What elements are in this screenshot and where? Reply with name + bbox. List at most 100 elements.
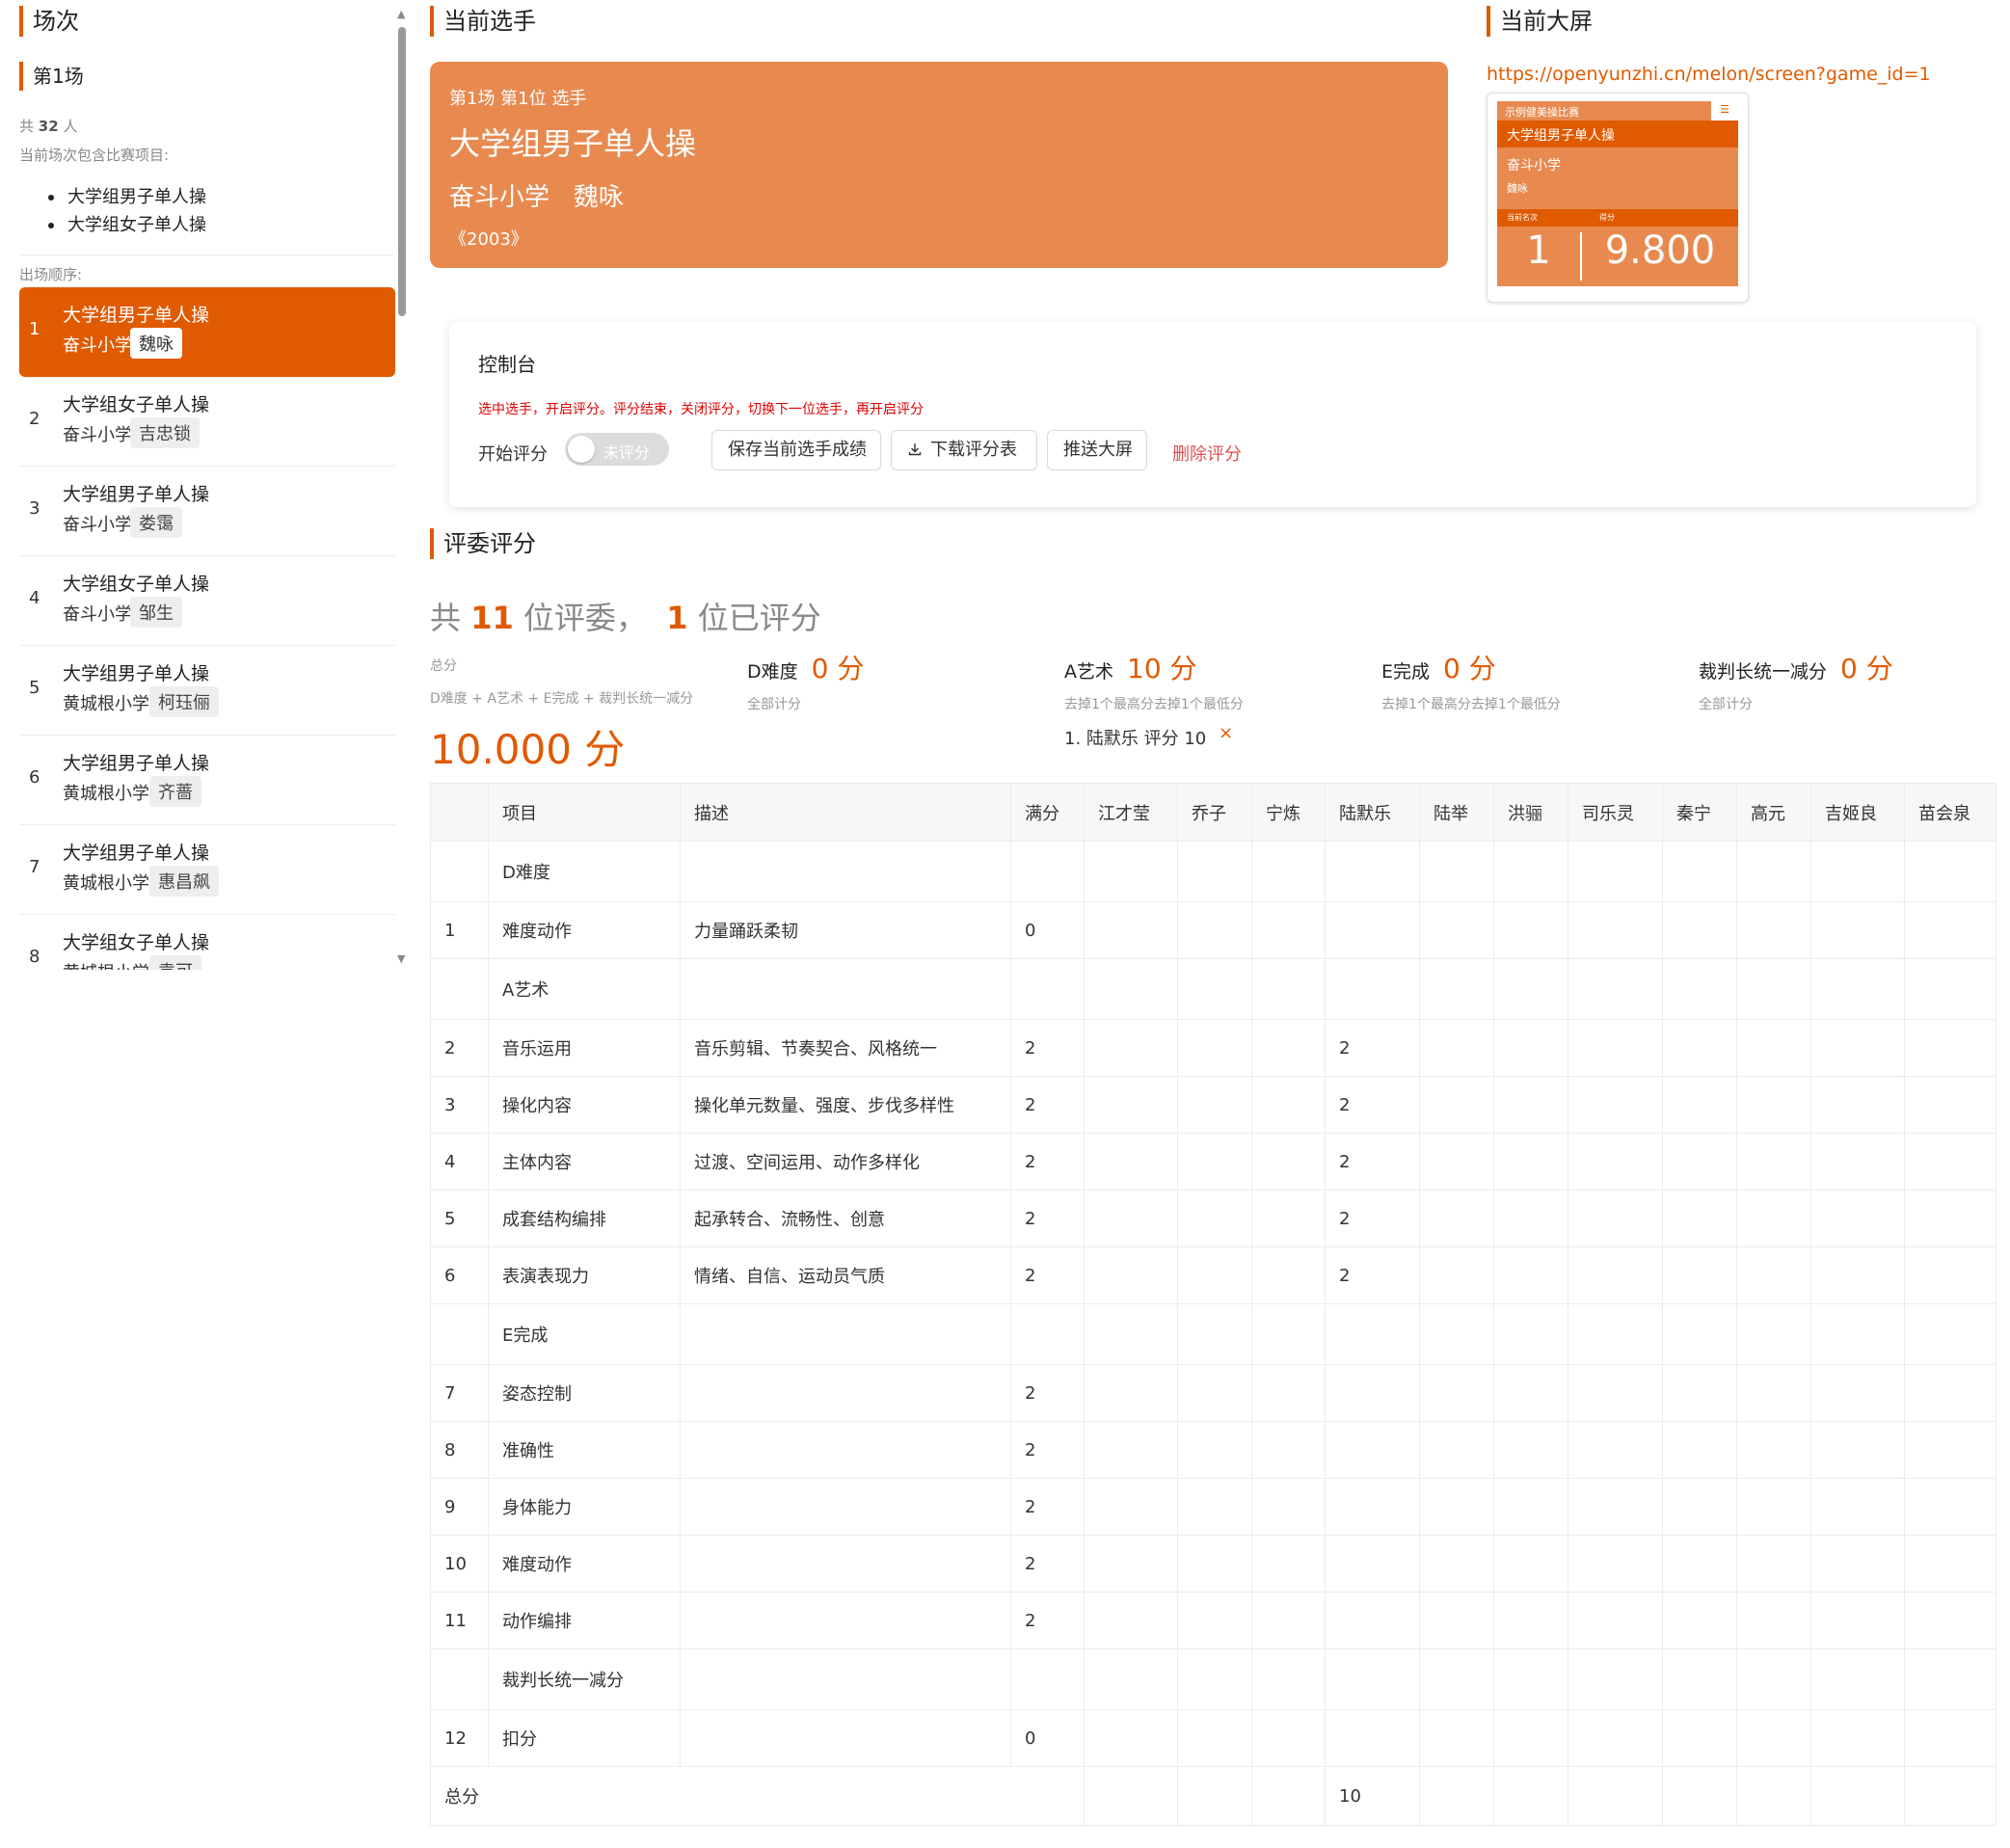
roster-school: 奋斗小学 [63, 604, 132, 625]
item-description: 力量踊跃柔韧 [680, 901, 1011, 959]
row-number [430, 841, 489, 902]
roster-item[interactable]: 7 大学组男子单人操 黄城根小学 惠昌飙 [19, 825, 395, 915]
table-cell [1904, 1303, 1997, 1365]
scrollbar-thumb[interactable] [398, 27, 406, 316]
judge-score [1568, 1076, 1663, 1134]
group-title: 裁判长统一减分 [488, 1648, 681, 1710]
judge-score [1662, 1133, 1737, 1191]
judge-score [1251, 1709, 1326, 1767]
item-name: 难度动作 [488, 1535, 681, 1593]
table-cell [1568, 1648, 1663, 1710]
table-cell [1010, 958, 1085, 1020]
table-cell [1084, 1648, 1178, 1710]
save-score-button[interactable]: 保存当前选手成绩 [711, 430, 881, 470]
screen-url-link[interactable]: https://openyunzhi.cn/melon/screen?game_… [1487, 64, 1931, 85]
preview-competition: 示例健美操比赛 [1505, 106, 1579, 119]
judge-score [1904, 1535, 1997, 1593]
judge-score [1493, 901, 1568, 959]
judge-score [1568, 1421, 1663, 1479]
events-list: 大学组男子单人操 大学组女子单人操 [48, 183, 206, 239]
table-cell [1662, 1303, 1737, 1365]
judge-score [1251, 1076, 1326, 1134]
screen-preview[interactable]: 示例健美操比赛 ☰ 大学组男子单人操 奋斗小学 魏咏 当前名次 得分 1 9.8… [1487, 93, 1749, 303]
judge-score [1736, 1535, 1811, 1593]
table-row: 11 动作编排 2 [430, 1592, 1997, 1649]
push-screen-button[interactable]: 推送大屏 [1047, 430, 1147, 470]
judge-score [1419, 1478, 1494, 1536]
block-value: 0 分 [1840, 653, 1893, 684]
total-people: 共 32 人 [19, 116, 77, 136]
judge-score [1419, 1076, 1494, 1134]
roster-event: 大学组男子单人操 [63, 484, 210, 505]
full-score: 2 [1010, 1535, 1085, 1593]
judge-score [1810, 1709, 1905, 1767]
judge-score [1810, 1019, 1905, 1077]
item-name: 音乐运用 [488, 1019, 681, 1077]
full-score: 2 [1010, 1019, 1085, 1077]
scroll-up-icon[interactable]: ▲ [397, 8, 405, 20]
roster-event: 大学组女子单人操 [63, 932, 210, 953]
judge-total [1251, 1766, 1326, 1826]
table-cell [1251, 1648, 1326, 1710]
preview-school: 奋斗小学 [1507, 158, 1561, 174]
row-number: 11 [430, 1592, 489, 1649]
roster-item[interactable]: 3 大学组男子单人操 奋斗小学 娄霭 [19, 467, 395, 556]
item-name: 操化内容 [488, 1076, 681, 1134]
download-sheet-button[interactable]: 下载评分表 [891, 430, 1037, 470]
judge-score [1904, 1076, 1997, 1134]
item-description: 操化单元数量、强度、步伐多样性 [680, 1076, 1011, 1134]
sidebar-title: 场次 [19, 6, 79, 37]
scroll-down-icon[interactable]: ▼ [397, 952, 405, 965]
table-row: 8 准确性 2 [430, 1421, 1997, 1479]
event-item: 大学组女子单人操 [48, 211, 206, 239]
table-cell [1177, 1303, 1252, 1365]
table-cell [1568, 1303, 1663, 1365]
judge-score [1084, 1019, 1178, 1077]
judge-score [1904, 1190, 1997, 1247]
table-cell [1662, 958, 1737, 1020]
close-icon[interactable]: × [1219, 723, 1233, 743]
roster-event: 大学组男子单人操 [63, 305, 210, 326]
table-row: 5 成套结构编排 起承转合、流畅性、创意 2 2 [430, 1190, 1997, 1247]
judges-scored-count: 1 [666, 600, 688, 636]
roster-item[interactable]: 1 大学组男子单人操 奋斗小学 魏咏 [19, 287, 395, 377]
roster-item[interactable]: 6 大学组男子单人操 黄城根小学 齐蔷 [19, 736, 395, 825]
preview-header: 当前名次 得分 [1497, 209, 1738, 227]
roster-item[interactable]: 4 大学组女子单人操 奋斗小学 邹生 [19, 556, 395, 646]
scoring-toggle[interactable]: 未评分 [565, 433, 669, 466]
roster-event: 大学组男子单人操 [63, 753, 210, 774]
roster-school: 黄城根小学 [63, 784, 149, 804]
round-name[interactable]: 第1场 [19, 62, 84, 91]
roster-item[interactable]: 2 大学组女子单人操 奋斗小学 吉忠锁 [19, 377, 395, 467]
sidebar-scrollbar[interactable]: ▲ ▼ [397, 8, 407, 968]
judge-score [1662, 1364, 1737, 1422]
total-score-label: 总分 [430, 658, 457, 674]
roster-item[interactable]: 8 大学组女子单人操黄城根小学袁可 [19, 915, 395, 970]
table-cell [680, 958, 1011, 1020]
table-row: 3 操化内容 操化单元数量、强度、步伐多样性 2 2 [430, 1076, 1997, 1134]
athlete-tag: 袁可 [149, 955, 201, 970]
full-score: 2 [1010, 1592, 1085, 1649]
athlete-tag: 齐蔷 [149, 776, 201, 807]
judge-score [1177, 1478, 1252, 1536]
table-cell [1177, 958, 1252, 1020]
row-number: 3 [430, 1076, 489, 1134]
roster-number: 1 [29, 319, 40, 339]
roster-item[interactable]: 5 大学组男子单人操 黄城根小学 柯珏俪 [19, 646, 395, 736]
column-header: 描述 [680, 783, 1011, 842]
row-number [430, 1648, 489, 1710]
judge-score [1736, 1364, 1811, 1422]
judge-score [1493, 1421, 1568, 1479]
judge-score [1904, 1019, 1997, 1077]
item-name: 难度动作 [488, 901, 681, 959]
removed-score: 1. 陆默乐 评分 10 [1064, 729, 1207, 749]
table-header-row: 项目 描述 满分 江才莹 乔子 宁炼 陆默乐 陆举 洪骊 司乐灵 秦宁 高元 吉姬良 苗会泉 [430, 783, 1997, 842]
athlete-tag: 娄霭 [130, 507, 182, 538]
table-cell [1493, 841, 1568, 902]
table-cell [1251, 841, 1326, 902]
delete-score-link[interactable]: 删除评分 [1172, 441, 1242, 466]
judge-score: 2 [1325, 1019, 1420, 1077]
block-rule: 去掉1个最高分去掉1个最低分 [1381, 697, 1561, 712]
table-cell [1084, 1303, 1178, 1365]
roster-school: 奋斗小学 [63, 335, 132, 356]
